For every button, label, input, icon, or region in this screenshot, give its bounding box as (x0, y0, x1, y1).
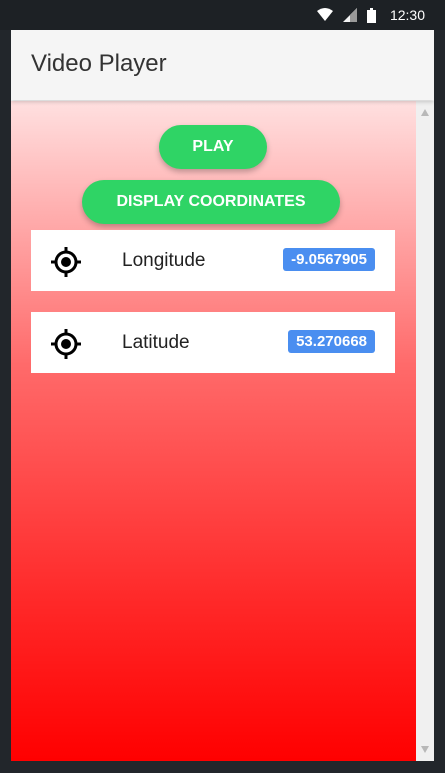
longitude-value-badge: -9.0567905 (283, 248, 375, 271)
target-icon (51, 329, 81, 359)
longitude-row: Longitude -9.0567905 (31, 230, 395, 291)
status-icons: 12:30 (316, 7, 425, 23)
signal-icon (342, 8, 357, 22)
status-bar: 12:30 (0, 0, 445, 30)
app-window: Video Player PLAY DISPLAY COORDINATES Lo… (11, 30, 434, 761)
app-title: Video Player (31, 50, 167, 77)
scroll-down-arrow-icon[interactable] (421, 746, 429, 753)
vertical-scrollbar[interactable] (416, 101, 434, 761)
battery-icon (366, 7, 376, 23)
latitude-value-badge: 53.270668 (288, 330, 375, 353)
content-area[interactable]: PLAY DISPLAY COORDINATES Longitude -9.05… (11, 101, 416, 761)
target-icon (51, 247, 81, 277)
play-button[interactable]: PLAY (159, 125, 267, 169)
latitude-row: Latitude 53.270668 (31, 312, 395, 373)
status-time: 12:30 (389, 7, 425, 23)
wifi-icon (316, 8, 333, 21)
display-coordinates-button[interactable]: DISPLAY COORDINATES (82, 180, 340, 224)
latitude-label: Latitude (122, 332, 190, 353)
app-bar: Video Player (11, 30, 434, 100)
scroll-up-arrow-icon[interactable] (421, 109, 429, 116)
longitude-label: Longitude (122, 250, 206, 271)
